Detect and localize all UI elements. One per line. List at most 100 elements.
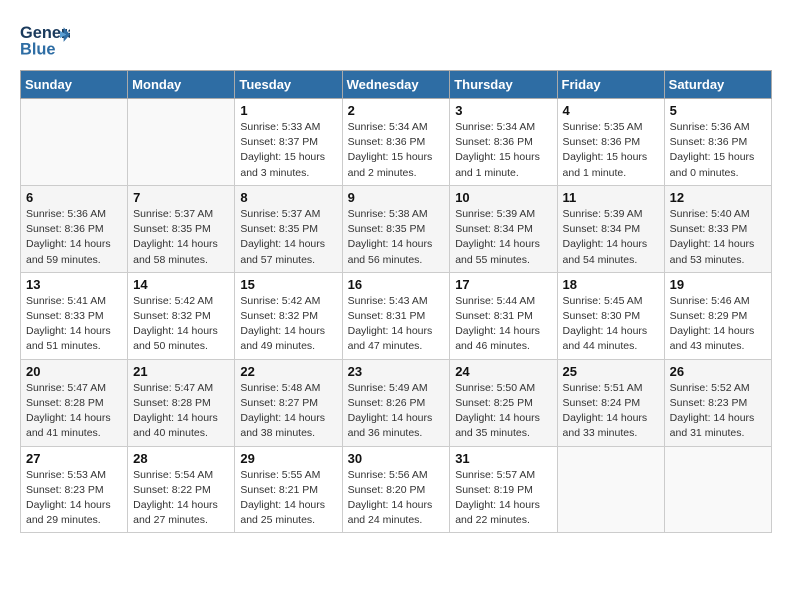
day-number: 20: [26, 364, 122, 379]
day-number: 27: [26, 451, 122, 466]
day-number: 2: [348, 103, 445, 118]
day-info: Sunrise: 5:55 AM Sunset: 8:21 PM Dayligh…: [240, 468, 336, 529]
weekday-header: Saturday: [664, 71, 771, 99]
day-number: 3: [455, 103, 551, 118]
day-info: Sunrise: 5:34 AM Sunset: 8:36 PM Dayligh…: [348, 120, 445, 181]
weekday-header: Wednesday: [342, 71, 450, 99]
day-number: 6: [26, 190, 122, 205]
day-info: Sunrise: 5:43 AM Sunset: 8:31 PM Dayligh…: [348, 294, 445, 355]
day-number: 16: [348, 277, 445, 292]
day-info: Sunrise: 5:46 AM Sunset: 8:29 PM Dayligh…: [670, 294, 766, 355]
day-info: Sunrise: 5:48 AM Sunset: 8:27 PM Dayligh…: [240, 381, 336, 442]
day-info: Sunrise: 5:36 AM Sunset: 8:36 PM Dayligh…: [26, 207, 122, 268]
day-info: Sunrise: 5:39 AM Sunset: 8:34 PM Dayligh…: [563, 207, 659, 268]
calendar-cell: [21, 99, 128, 186]
day-info: Sunrise: 5:33 AM Sunset: 8:37 PM Dayligh…: [240, 120, 336, 181]
calendar-cell: 16 Sunrise: 5:43 AM Sunset: 8:31 PM Dayli…: [342, 272, 450, 359]
day-info: Sunrise: 5:57 AM Sunset: 8:19 PM Dayligh…: [455, 468, 551, 529]
calendar-cell: 30Sunrise: 5:56 AM Sunset: 8:20 PM Dayli…: [342, 446, 450, 533]
day-number: 18: [563, 277, 659, 292]
day-info: Sunrise: 5:34 AM Sunset: 8:36 PM Dayligh…: [455, 120, 551, 181]
calendar-cell: [664, 446, 771, 533]
calendar-cell: 21 Sunrise: 5:47 AM Sunset: 8:28 PM Dayli…: [128, 359, 235, 446]
day-number: 8: [240, 190, 336, 205]
day-info: Sunrise: 5:36 AM Sunset: 8:36 PM Dayligh…: [670, 120, 766, 181]
day-number: 25: [563, 364, 659, 379]
day-info: Sunrise: 5:56 AM Sunset: 8:20 PM Dayligh…: [348, 468, 445, 529]
page-header: General Blue: [20, 20, 772, 60]
day-info: Sunrise: 5:40 AM Sunset: 8:33 PM Dayligh…: [670, 207, 766, 268]
calendar-cell: 28 Sunrise: 5:54 AM Sunset: 8:22 PM Dayli…: [128, 446, 235, 533]
day-info: Sunrise: 5:50 AM Sunset: 8:25 PM Dayligh…: [455, 381, 551, 442]
calendar-cell: 3 Sunrise: 5:34 AM Sunset: 8:36 PM Daylig…: [450, 99, 557, 186]
day-number: 14: [133, 277, 229, 292]
calendar-week-row: 13Sunrise: 5:41 AM Sunset: 8:33 PM Dayli…: [21, 272, 772, 359]
calendar-cell: 13Sunrise: 5:41 AM Sunset: 8:33 PM Dayli…: [21, 272, 128, 359]
day-info: Sunrise: 5:53 AM Sunset: 8:23 PM Dayligh…: [26, 468, 122, 529]
calendar-cell: 31 Sunrise: 5:57 AM Sunset: 8:19 PM Dayli…: [450, 446, 557, 533]
calendar-body: 1 Sunrise: 5:33 AM Sunset: 8:37 PM Daylig…: [21, 99, 772, 533]
day-info: Sunrise: 5:47 AM Sunset: 8:28 PM Dayligh…: [26, 381, 122, 442]
calendar-cell: 19 Sunrise: 5:46 AM Sunset: 8:29 PM Dayli…: [664, 272, 771, 359]
day-info: Sunrise: 5:42 AM Sunset: 8:32 PM Dayligh…: [133, 294, 229, 355]
calendar-cell: 27 Sunrise: 5:53 AM Sunset: 8:23 PM Dayli…: [21, 446, 128, 533]
logo: General Blue: [20, 20, 70, 60]
calendar-cell: 7 Sunrise: 5:37 AM Sunset: 8:35 PM Daylig…: [128, 185, 235, 272]
day-info: Sunrise: 5:39 AM Sunset: 8:34 PM Dayligh…: [455, 207, 551, 268]
calendar-table: SundayMondayTuesdayWednesdayThursdayFrid…: [20, 70, 772, 533]
day-info: Sunrise: 5:37 AM Sunset: 8:35 PM Dayligh…: [240, 207, 336, 268]
day-info: Sunrise: 5:37 AM Sunset: 8:35 PM Dayligh…: [133, 207, 229, 268]
day-number: 31: [455, 451, 551, 466]
day-number: 15: [240, 277, 336, 292]
day-info: Sunrise: 5:52 AM Sunset: 8:23 PM Dayligh…: [670, 381, 766, 442]
calendar-cell: 24 Sunrise: 5:50 AM Sunset: 8:25 PM Dayli…: [450, 359, 557, 446]
calendar-cell: 29 Sunrise: 5:55 AM Sunset: 8:21 PM Dayli…: [235, 446, 342, 533]
weekday-header: Thursday: [450, 71, 557, 99]
svg-text:Blue: Blue: [20, 41, 55, 59]
day-info: Sunrise: 5:45 AM Sunset: 8:30 PM Dayligh…: [563, 294, 659, 355]
calendar-cell: [557, 446, 664, 533]
day-number: 11: [563, 190, 659, 205]
weekday-header: Friday: [557, 71, 664, 99]
day-number: 10: [455, 190, 551, 205]
calendar-cell: 25 Sunrise: 5:51 AM Sunset: 8:24 PM Dayli…: [557, 359, 664, 446]
day-number: 1: [240, 103, 336, 118]
day-number: 29: [240, 451, 336, 466]
calendar-cell: [128, 99, 235, 186]
day-info: Sunrise: 5:47 AM Sunset: 8:28 PM Dayligh…: [133, 381, 229, 442]
day-number: 22: [240, 364, 336, 379]
calendar-cell: 15Sunrise: 5:42 AM Sunset: 8:32 PM Dayli…: [235, 272, 342, 359]
day-number: 19: [670, 277, 766, 292]
day-info: Sunrise: 5:38 AM Sunset: 8:35 PM Dayligh…: [348, 207, 445, 268]
day-info: Sunrise: 5:49 AM Sunset: 8:26 PM Dayligh…: [348, 381, 445, 442]
day-number: 28: [133, 451, 229, 466]
calendar-cell: 4 Sunrise: 5:35 AM Sunset: 8:36 PM Daylig…: [557, 99, 664, 186]
day-number: 23: [348, 364, 445, 379]
calendar-cell: 23 Sunrise: 5:49 AM Sunset: 8:26 PM Dayli…: [342, 359, 450, 446]
day-number: 24: [455, 364, 551, 379]
calendar-week-row: 20 Sunrise: 5:47 AM Sunset: 8:28 PM Dayli…: [21, 359, 772, 446]
calendar-cell: 18 Sunrise: 5:45 AM Sunset: 8:30 PM Dayli…: [557, 272, 664, 359]
day-number: 12: [670, 190, 766, 205]
day-info: Sunrise: 5:54 AM Sunset: 8:22 PM Dayligh…: [133, 468, 229, 529]
calendar-week-row: 6 Sunrise: 5:36 AM Sunset: 8:36 PM Daylig…: [21, 185, 772, 272]
day-info: Sunrise: 5:51 AM Sunset: 8:24 PM Dayligh…: [563, 381, 659, 442]
weekday-header: Sunday: [21, 71, 128, 99]
day-number: 26: [670, 364, 766, 379]
day-number: 5: [670, 103, 766, 118]
calendar-week-row: 1 Sunrise: 5:33 AM Sunset: 8:37 PM Daylig…: [21, 99, 772, 186]
calendar-cell: 26 Sunrise: 5:52 AM Sunset: 8:23 PM Dayli…: [664, 359, 771, 446]
day-number: 9: [348, 190, 445, 205]
day-number: 21: [133, 364, 229, 379]
calendar-cell: 22 Sunrise: 5:48 AM Sunset: 8:27 PM Dayli…: [235, 359, 342, 446]
day-info: Sunrise: 5:41 AM Sunset: 8:33 PM Dayligh…: [26, 294, 122, 355]
calendar-week-row: 27 Sunrise: 5:53 AM Sunset: 8:23 PM Dayli…: [21, 446, 772, 533]
day-info: Sunrise: 5:35 AM Sunset: 8:36 PM Dayligh…: [563, 120, 659, 181]
day-number: 4: [563, 103, 659, 118]
calendar-cell: 20 Sunrise: 5:47 AM Sunset: 8:28 PM Dayli…: [21, 359, 128, 446]
calendar-cell: 14 Sunrise: 5:42 AM Sunset: 8:32 PM Dayli…: [128, 272, 235, 359]
day-number: 17: [455, 277, 551, 292]
calendar-header: SundayMondayTuesdayWednesdayThursdayFrid…: [21, 71, 772, 99]
calendar-cell: 8 Sunrise: 5:37 AM Sunset: 8:35 PM Daylig…: [235, 185, 342, 272]
day-number: 7: [133, 190, 229, 205]
